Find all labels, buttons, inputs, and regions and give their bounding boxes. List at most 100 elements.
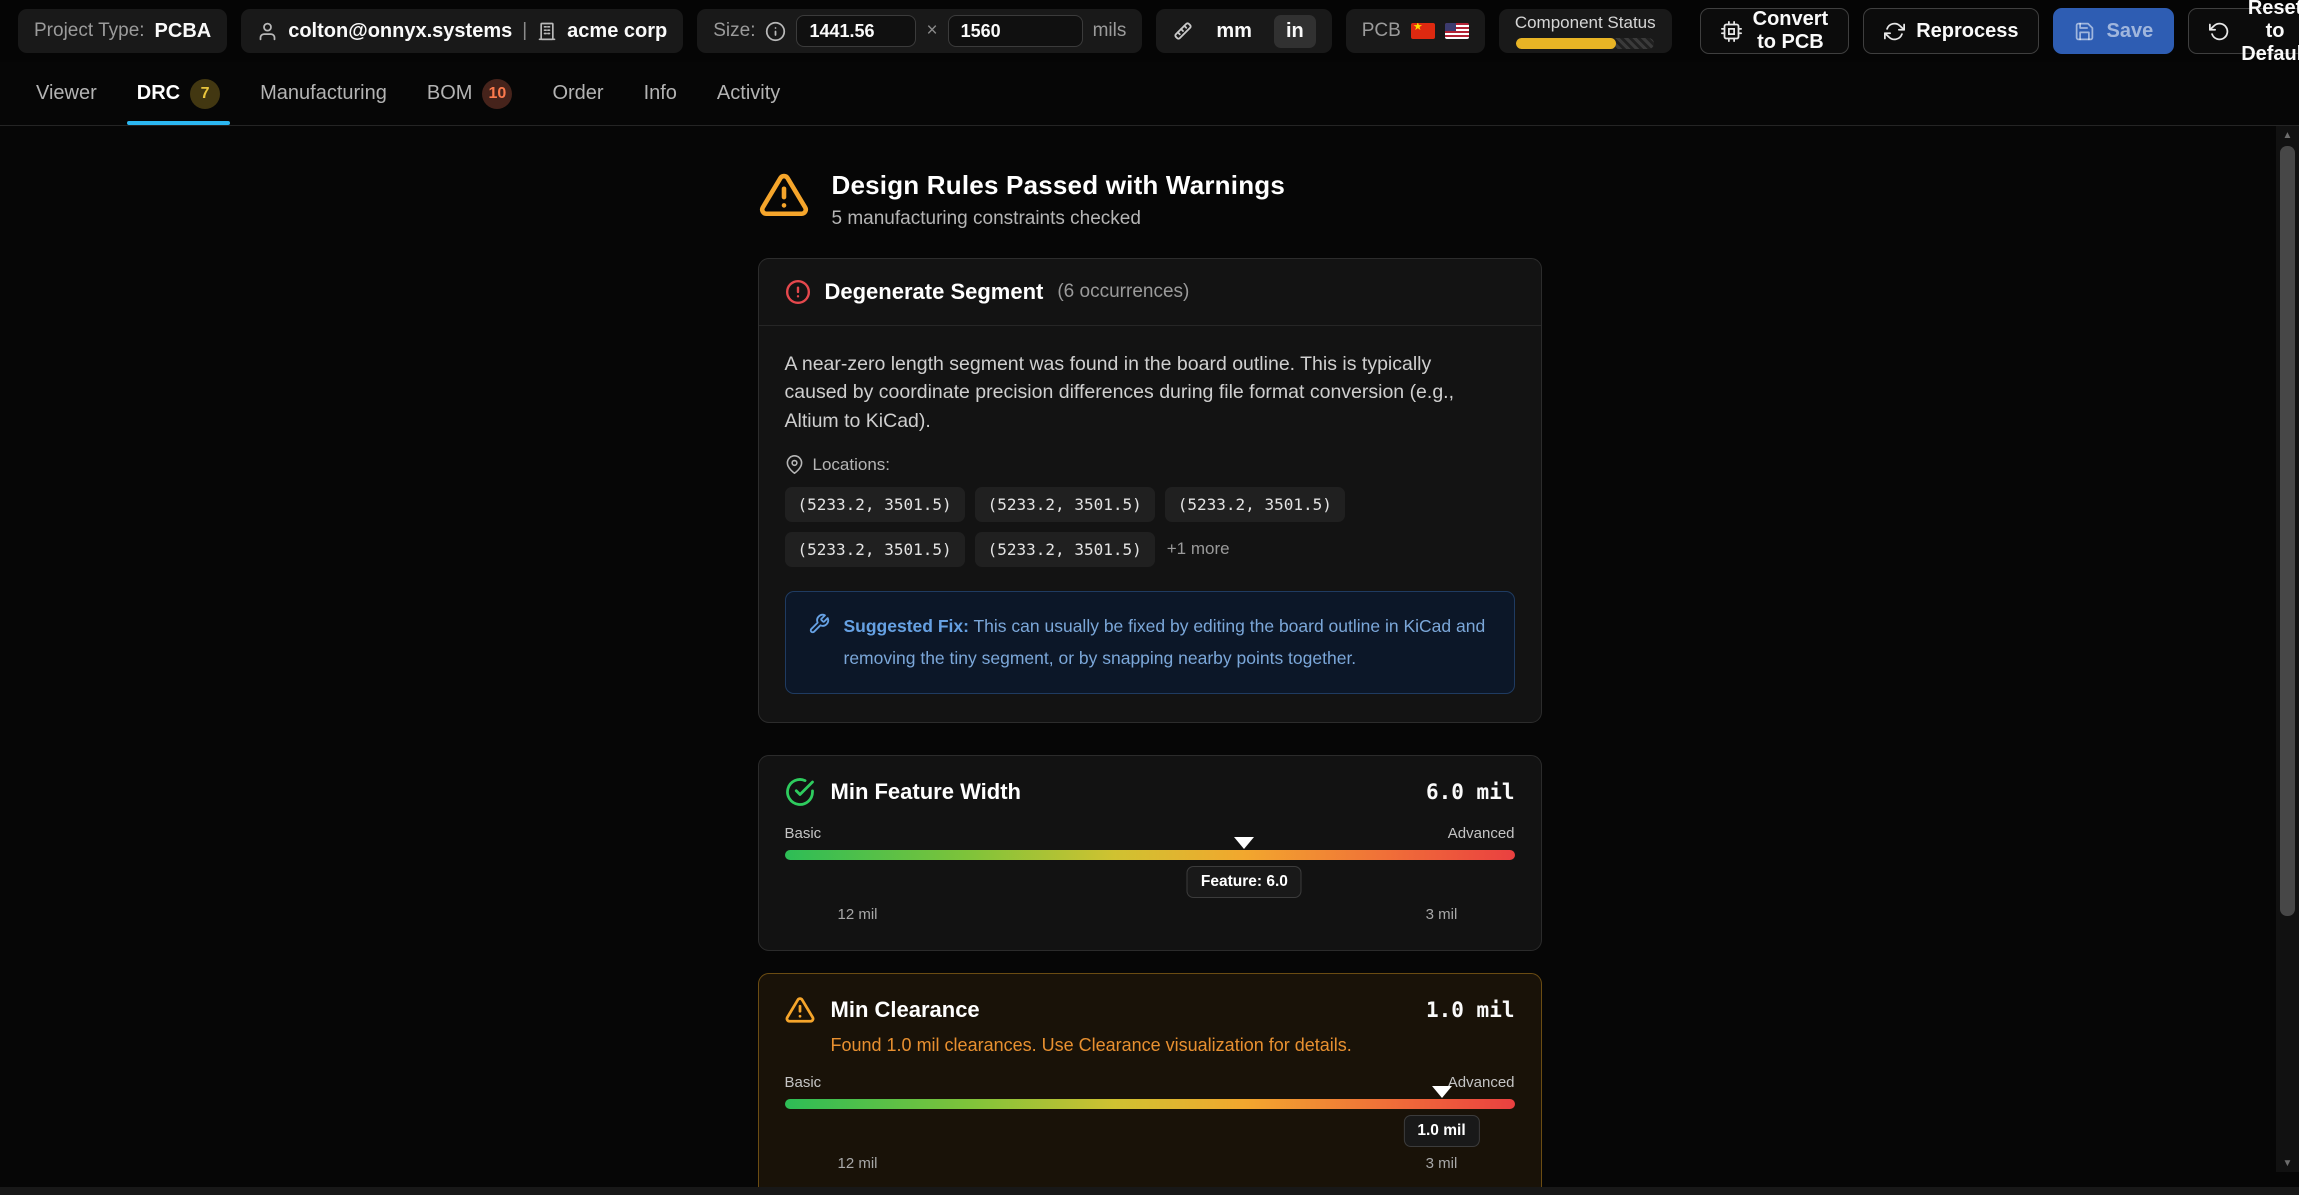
bom-count-badge: 10 (482, 79, 512, 109)
unit-toggle-pill: mm in (1156, 9, 1331, 53)
issue-title: Degenerate Segment (825, 279, 1044, 305)
wrench-icon (808, 610, 830, 675)
slider-basic-label: Basic (785, 1074, 822, 1091)
tab-order[interactable]: Order (536, 62, 619, 125)
component-status-label: Component Status (1515, 13, 1656, 33)
location-chip[interactable]: (5233.2, 3501.5) (785, 532, 965, 567)
location-chip[interactable]: (5233.2, 3501.5) (975, 487, 1155, 522)
constraint-name: Min Clearance (831, 997, 980, 1023)
save-icon (2074, 21, 2095, 42)
size-unit-label: mils (1093, 20, 1127, 42)
project-type-pill: Project Type: PCBA (18, 9, 227, 53)
slider-advanced-label: Advanced (1448, 1074, 1515, 1091)
issue-card-header: Degenerate Segment (6 occurrences) (759, 259, 1541, 326)
china-flag-icon: ★ (1411, 23, 1435, 39)
slider-range-max: 3 mil (1426, 906, 1458, 923)
user-org-pill: colton@onnyx.systems | acme corp (241, 9, 683, 53)
reprocess-button[interactable]: Reprocess (1863, 8, 2039, 54)
us-flag-icon (1445, 23, 1469, 39)
tab-drc[interactable]: DRC 7 (121, 62, 236, 125)
location-chip[interactable]: (5233.2, 3501.5) (975, 532, 1155, 567)
drc-result-subtitle: 5 manufacturing constraints checked (832, 208, 1286, 230)
tab-manufacturing[interactable]: Manufacturing (244, 62, 403, 125)
slider-basic-label: Basic (785, 825, 822, 842)
save-button[interactable]: Save (2053, 8, 2174, 54)
issue-description: A near-zero length segment was found in … (785, 350, 1475, 435)
more-locations-link[interactable]: +1 more (1165, 539, 1230, 559)
check-circle-icon (785, 777, 815, 807)
size-width-input[interactable] (796, 15, 916, 47)
unit-in-option[interactable]: in (1274, 15, 1316, 48)
user-email: colton@onnyx.systems (288, 20, 512, 43)
suggested-fix-box: Suggested Fix: This can usually be fixed… (785, 591, 1515, 694)
bottom-edge-strip (0, 1187, 2299, 1195)
save-label: Save (2106, 20, 2153, 43)
map-pin-icon (785, 455, 804, 474)
drc-result-header: Design Rules Passed with Warnings 5 manu… (758, 170, 1542, 230)
constraint-name: Min Feature Width (831, 779, 1021, 805)
constraint-card-min-feature-width: Min Feature Width 6.0 mil Basic Advanced… (758, 755, 1542, 951)
scrollbar-thumb[interactable] (2280, 146, 2295, 916)
reprocess-label: Reprocess (1916, 20, 2018, 43)
issue-card-degenerate-segment: Degenerate Segment (6 occurrences) A nea… (758, 258, 1542, 723)
slider-range-max: 3 mil (1426, 1155, 1458, 1172)
size-label: Size: (713, 20, 755, 42)
drc-result-title: Design Rules Passed with Warnings (832, 170, 1286, 201)
issue-occurrences: (6 occurrences) (1057, 281, 1189, 303)
locations-row: Locations: (785, 455, 1515, 475)
component-status-pill: Component Status (1499, 9, 1672, 53)
slider-marker[interactable] (1432, 1086, 1452, 1098)
slider-range-min: 12 mil (837, 906, 877, 923)
location-chip[interactable]: (5233.2, 3501.5) (1165, 487, 1345, 522)
info-icon (765, 21, 786, 42)
undo-icon (2209, 21, 2230, 42)
suggested-fix-text: Suggested Fix: This can usually be fixed… (844, 610, 1492, 675)
reset-to-default-button[interactable]: Reset to Default (2188, 8, 2299, 54)
locations-label: Locations: (813, 455, 891, 475)
constraint-card-min-clearance: Min Clearance 1.0 mil Found 1.0 mil clea… (758, 973, 1542, 1195)
scrollbar-up-arrow[interactable]: ▲ (2276, 126, 2299, 144)
warning-triangle-icon (785, 995, 815, 1025)
size-pill: Size: × mils (697, 9, 1142, 53)
warning-triangle-icon (758, 170, 810, 220)
scrollbar-down-arrow[interactable]: ▼ (2276, 1154, 2299, 1172)
org-name: acme corp (567, 20, 667, 43)
tab-activity[interactable]: Activity (701, 62, 796, 125)
tab-info[interactable]: Info (628, 62, 693, 125)
convert-to-pcb-button[interactable]: Convert to PCB (1700, 8, 1850, 54)
slider-range-min: 12 mil (837, 1155, 877, 1172)
drc-count-badge: 7 (190, 79, 220, 109)
separator: | (522, 20, 527, 42)
reset-to-default-label: Reset to Default (2241, 0, 2299, 66)
constraint-warning-text: Found 1.0 mil clearances. Use Clearance … (831, 1035, 1515, 1056)
pcb-label: PCB (1362, 20, 1401, 42)
ruler-icon (1172, 20, 1194, 42)
pcb-origin-pill: PCB ★ (1346, 9, 1485, 53)
drc-results-panel: Design Rules Passed with Warnings 5 manu… (758, 126, 1542, 1195)
vertical-scrollbar[interactable]: ▲ ▼ (2276, 126, 2299, 1172)
top-toolbar: Project Type: PCBA colton@onnyx.systems … (0, 0, 2299, 62)
project-type-label: Project Type: (34, 20, 145, 42)
convert-to-pcb-label: Convert to PCB (1753, 8, 1829, 54)
size-height-input[interactable] (948, 15, 1083, 47)
slider-marker[interactable] (1234, 837, 1254, 849)
constraint-slider: Basic Advanced 1.0 mil 12 mil 3 mil (785, 1074, 1515, 1175)
constraint-value: 6.0 mil (1426, 780, 1515, 804)
refresh-icon (1884, 21, 1905, 42)
slider-value-tooltip: Feature: 6.0 (1187, 866, 1302, 898)
building-icon (537, 21, 557, 41)
tab-bom[interactable]: BOM 10 (411, 62, 529, 125)
slider-gradient-track[interactable] (785, 850, 1515, 860)
slider-advanced-label: Advanced (1448, 825, 1515, 842)
user-icon (257, 21, 278, 42)
unit-mm-option[interactable]: mm (1204, 15, 1264, 48)
location-chip[interactable]: (5233.2, 3501.5) (785, 487, 965, 522)
constraint-slider: Basic Advanced Feature: 6.0 12 mil 3 mil (785, 825, 1515, 926)
component-status-fill (1516, 38, 1615, 49)
size-mult-sign: × (926, 20, 937, 42)
component-status-progressbar (1516, 38, 1654, 49)
slider-gradient-track[interactable] (785, 1099, 1515, 1109)
tab-viewer[interactable]: Viewer (20, 62, 113, 125)
cpu-icon (1721, 21, 1742, 42)
project-type-value: PCBA (155, 20, 212, 43)
